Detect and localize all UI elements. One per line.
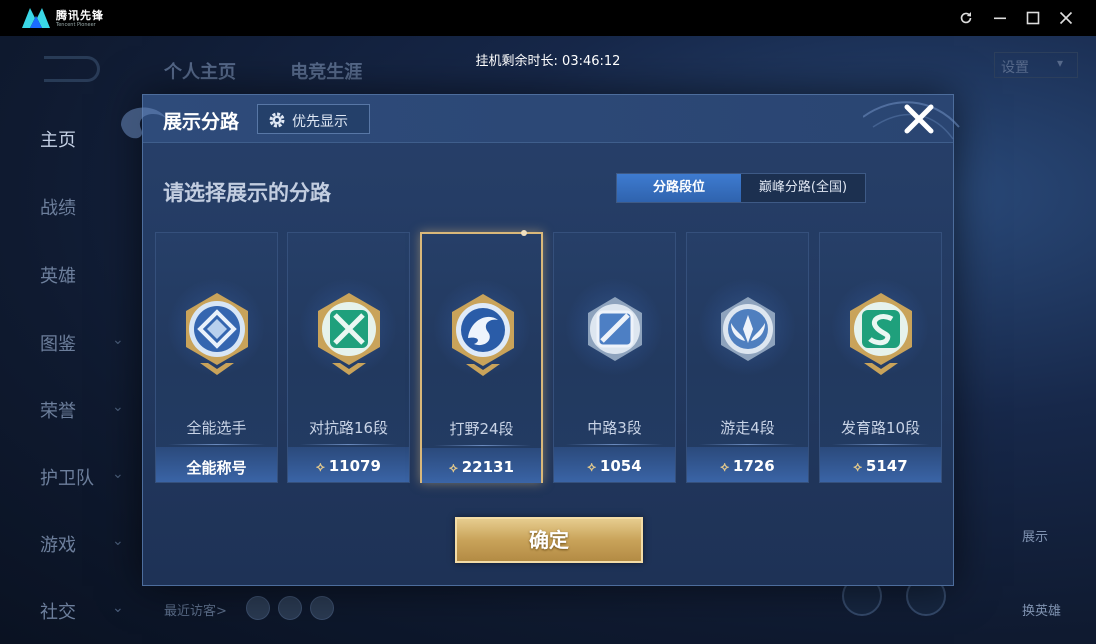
- lane-card-all-round[interactable]: 全能选手 全能称号: [155, 232, 278, 483]
- close-icon[interactable]: [1056, 8, 1076, 28]
- lane-card-value: 全能称号: [186, 459, 247, 477]
- sidebar-item-heroes[interactable]: 英雄: [40, 262, 140, 288]
- roam-emblem-icon: [721, 297, 775, 361]
- idle-time-remaining: 挂机剩余时长: 03:46:12: [475, 54, 621, 69]
- lane-card-footer: ⟡ 1726: [687, 447, 808, 482]
- lane-card-points: 1054: [599, 457, 642, 475]
- lane-card-farm-lane[interactable]: 发育路10段 ⟡ 5147: [819, 232, 942, 483]
- lane-card-roam[interactable]: 游走4段 ⟡ 1726: [686, 232, 809, 483]
- lane-card-value: ⟡ 1054: [554, 457, 675, 475]
- lane-card-points: 1726: [732, 457, 775, 475]
- lane-card-points: 5147: [865, 457, 908, 475]
- app-name: 腾讯先锋: [56, 9, 104, 22]
- recent-visitors-link[interactable]: 最近访客>: [164, 600, 227, 619]
- display-lane-dialog: 展示分路 优先显示 请选择展示的分路 分路段位 巅峰分路(全国) 全能选手 全能…: [121, 94, 960, 586]
- lane-card-name: 游走4段: [720, 419, 775, 437]
- close-icon: [904, 104, 934, 134]
- app-subname: Tencent Pioneer: [56, 22, 96, 28]
- title-bar: 腾讯先锋 Tencent Pioneer: [0, 0, 1096, 36]
- lane-card-footer: ⟡ 1054: [554, 447, 675, 482]
- choose-lane-prompt: 请选择展示的分路: [163, 181, 331, 205]
- lane-card-footer: ⟡ 5147: [820, 447, 941, 482]
- priority-display-button[interactable]: 优先显示: [257, 104, 370, 134]
- app-window: 腾讯先锋 Tencent Pioneer 个人主页 电竞生涯 设置 ▾ 主页 战…: [0, 0, 1096, 644]
- chevron-down-icon: ⌄: [112, 466, 124, 482]
- lane-card-value: ⟡ 11079: [288, 457, 409, 475]
- chevron-down-icon: ⌄: [112, 399, 124, 415]
- jungle-emblem-icon: [452, 294, 514, 376]
- lane-card-footer: ⟡ 11079: [288, 447, 409, 482]
- farm-lane-emblem-icon: [850, 293, 912, 375]
- lane-card-value: ⟡ 22131: [422, 458, 541, 476]
- lane-card-value: ⟡ 5147: [820, 457, 941, 475]
- divider: [566, 444, 663, 445]
- points-icon: ⟡: [853, 460, 862, 475]
- selected-indicator: [521, 230, 527, 236]
- maximize-icon[interactable]: [1023, 8, 1043, 28]
- points-icon: ⟡: [316, 460, 325, 475]
- lane-card-jungle[interactable]: 打野24段 ⟡ 22131: [420, 230, 543, 483]
- lane-card-name: 全能选手: [186, 419, 247, 437]
- divider: [832, 444, 929, 445]
- gear-icon: [269, 112, 285, 128]
- chevron-down-icon: ⌄: [112, 332, 124, 348]
- tab-peak-lane-national[interactable]: 巅峰分路(全国): [741, 174, 865, 202]
- avatar[interactable]: [310, 596, 334, 620]
- avatar[interactable]: [246, 596, 270, 620]
- sidebar-item-social[interactable]: 社交 ⌄: [40, 598, 140, 624]
- sidebar-item-record[interactable]: 战绩: [40, 194, 140, 220]
- confirm-button[interactable]: 确定: [455, 517, 643, 563]
- divider: [300, 444, 397, 445]
- tab-lane-rank[interactable]: 分路段位: [617, 174, 741, 202]
- divider: [434, 445, 531, 446]
- dialog-close-button[interactable]: [901, 101, 937, 137]
- points-icon: ⟡: [449, 461, 458, 476]
- points-icon: ⟡: [587, 460, 596, 475]
- chevron-down-icon: ⌄: [112, 533, 124, 549]
- lane-card-name: 对抗路16段: [308, 419, 389, 437]
- minimize-icon[interactable]: [990, 8, 1010, 28]
- lane-card-footer: 全能称号: [156, 447, 277, 482]
- avatar[interactable]: [278, 596, 302, 620]
- change-hero-label[interactable]: 换英雄: [1022, 600, 1061, 619]
- priority-display-label: 优先显示: [292, 114, 348, 130]
- all-round-emblem-icon: [186, 293, 248, 375]
- lane-card-name: 发育路10段: [840, 419, 921, 437]
- sidebar-item-game[interactable]: 游戏 ⌄: [40, 531, 140, 557]
- lane-card-name: 中路3段: [587, 419, 642, 437]
- lane-card-footer: ⟡ 22131: [422, 448, 541, 483]
- display-label[interactable]: 展示: [1022, 526, 1048, 545]
- sidebar-item-honor[interactable]: 荣誉 ⌄: [40, 397, 140, 423]
- segment-control: 分路段位 巅峰分路(全国): [616, 173, 866, 203]
- divider: [699, 444, 796, 445]
- refresh-icon[interactable]: [956, 8, 976, 28]
- sidebar-item-gallery[interactable]: 图鉴 ⌄: [40, 330, 140, 356]
- lane-card-name: 打野24段: [449, 420, 514, 438]
- lane-card-value: ⟡ 1726: [687, 457, 808, 475]
- lane-card-mid-lane[interactable]: 中路3段 ⟡ 1054: [553, 232, 676, 483]
- dialog-header: 展示分路 优先显示: [121, 95, 960, 143]
- chevron-down-icon: ⌄: [112, 600, 124, 616]
- clash-lane-emblem-icon: [318, 293, 380, 375]
- tencent-pioneer-logo-icon: [22, 8, 50, 28]
- lane-card-points: 11079: [328, 457, 381, 475]
- points-icon: ⟡: [720, 460, 729, 475]
- sidebar-item-guard[interactable]: 护卫队 ⌄: [40, 464, 140, 490]
- lane-card-points: 22131: [461, 458, 514, 476]
- divider: [168, 444, 265, 445]
- mid-lane-emblem-icon: [588, 297, 642, 361]
- dialog-title: 展示分路: [163, 111, 240, 133]
- lane-card-clash-lane[interactable]: 对抗路16段 ⟡ 11079: [287, 232, 410, 483]
